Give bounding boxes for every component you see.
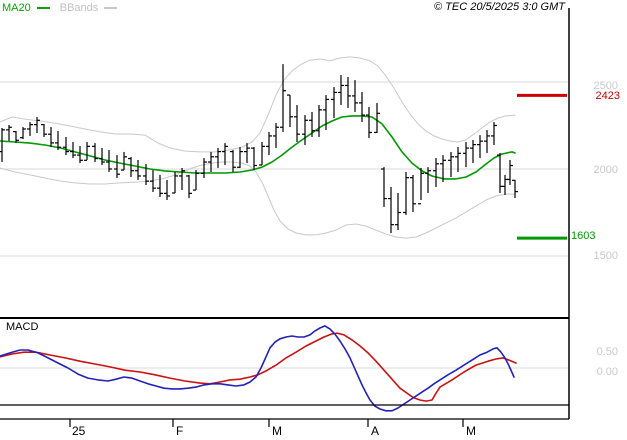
price-axis-label-1500: 1500 [593, 250, 618, 262]
macd-axis-label-050: 0.50 [596, 346, 618, 358]
bbands-legend-label: BBands [59, 2, 99, 14]
macd-panel-title: MACD [6, 321, 39, 333]
time-axis-label-mar: M [272, 424, 282, 438]
time-axis-label-feb: F [176, 424, 184, 438]
resistance-level-label: 2423 [595, 90, 620, 102]
time-axis-label-may: M [466, 424, 476, 438]
stock-chart-page: MA20 BBands © TEC 20/5/2025 3:0 GMT 2500… [0, 0, 627, 440]
ma20-legend-label: MA20 [2, 2, 31, 14]
chart-legend: MA20 BBands [2, 2, 123, 14]
chart-canvas [0, 8, 570, 427]
copyright-text: © TEC 20/5/2025 3:0 GMT [434, 1, 565, 13]
macd-axis-label-000: 0.00 [596, 366, 618, 378]
time-axis-label-25: 25 [72, 424, 86, 438]
time-axis-label-apr: A [371, 424, 380, 438]
support-level-label: 1603 [571, 230, 596, 242]
price-axis-label-2000: 2000 [593, 164, 618, 176]
bbands-line-swatch-icon [104, 7, 118, 9]
ma20-line-swatch-icon [36, 7, 50, 9]
